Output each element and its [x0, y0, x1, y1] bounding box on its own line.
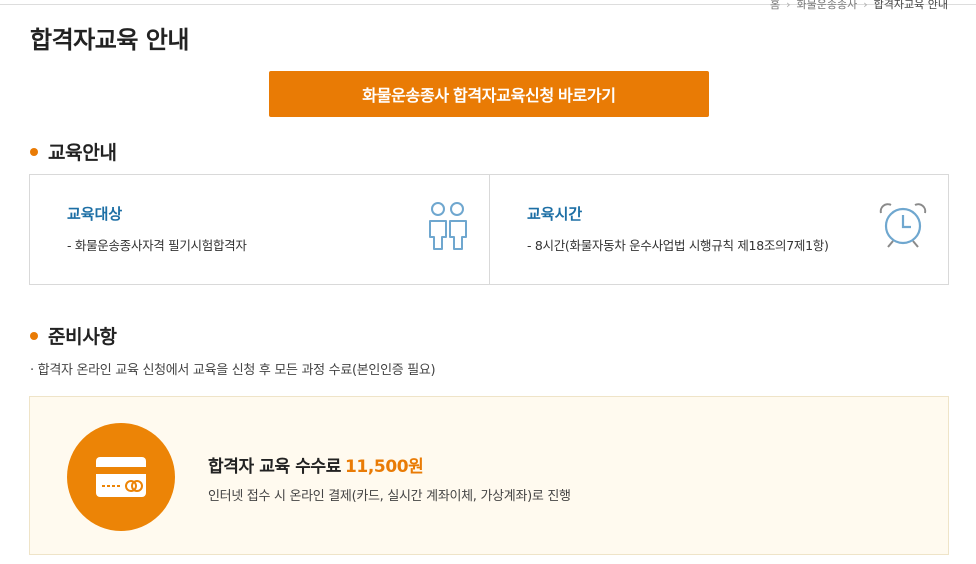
alarm-clock-icon	[878, 201, 928, 253]
education-target-panel: 교육대상 - 화물운송종사자격 필기시험합격자	[30, 175, 489, 284]
education-target-label: 교육대상	[67, 205, 123, 223]
bullet-dot-icon	[30, 331, 38, 340]
apply-education-button[interactable]: 화물운송종사 합격자교육신청 바로가기	[269, 71, 709, 117]
breadcrumb-home[interactable]: 홈	[770, 0, 780, 11]
breadcrumb-current: 합격자교육 안내	[873, 0, 948, 11]
fee-title-text: 합격자 교육 수수료	[208, 457, 341, 477]
section-heading-preparation: 준비사항	[30, 322, 117, 349]
education-target-desc: - 화물운송종사자격 필기시험합격자	[67, 238, 247, 253]
education-time-panel: 교육시간 - 8시간(화물자동차 운수사업법 시행규칙 제18조의7제1항)	[489, 175, 948, 284]
fee-title: 합격자 교육 수수료 11,500원	[208, 452, 424, 477]
fee-amount: 11,500원	[344, 457, 424, 477]
section-heading-text: 교육안내	[48, 142, 117, 164]
breadcrumb-separator-icon: ›	[863, 0, 868, 11]
credit-card-icon	[67, 423, 175, 531]
bullet-dot-icon	[30, 147, 38, 156]
section-heading-education: 교육안내	[30, 138, 117, 165]
education-info-box: 교육대상 - 화물운송종사자격 필기시험합격자 교육시간 - 8시간(화물자동차…	[29, 174, 949, 285]
page-title: 합격자교육 안내	[30, 26, 189, 54]
breadcrumb: 홈 › 화물운송종사 › 합격자교육 안내	[770, 0, 948, 12]
section-heading-text: 준비사항	[48, 326, 117, 348]
people-icon	[427, 201, 469, 255]
breadcrumb-separator-icon: ›	[786, 0, 791, 11]
fee-info-box: 합격자 교육 수수료 11,500원 인터넷 접수 시 온라인 결제(카드, 실시…	[29, 396, 949, 555]
fee-description: 인터넷 접수 시 온라인 결제(카드, 실시간 계좌이체, 가상계좌)로 진행	[208, 489, 571, 504]
preparation-note: · 합격자 온라인 교육 신청에서 교육을 신청 후 모든 과정 수료(본인인증…	[30, 363, 436, 378]
breadcrumb-parent[interactable]: 화물운송종사	[797, 0, 858, 11]
